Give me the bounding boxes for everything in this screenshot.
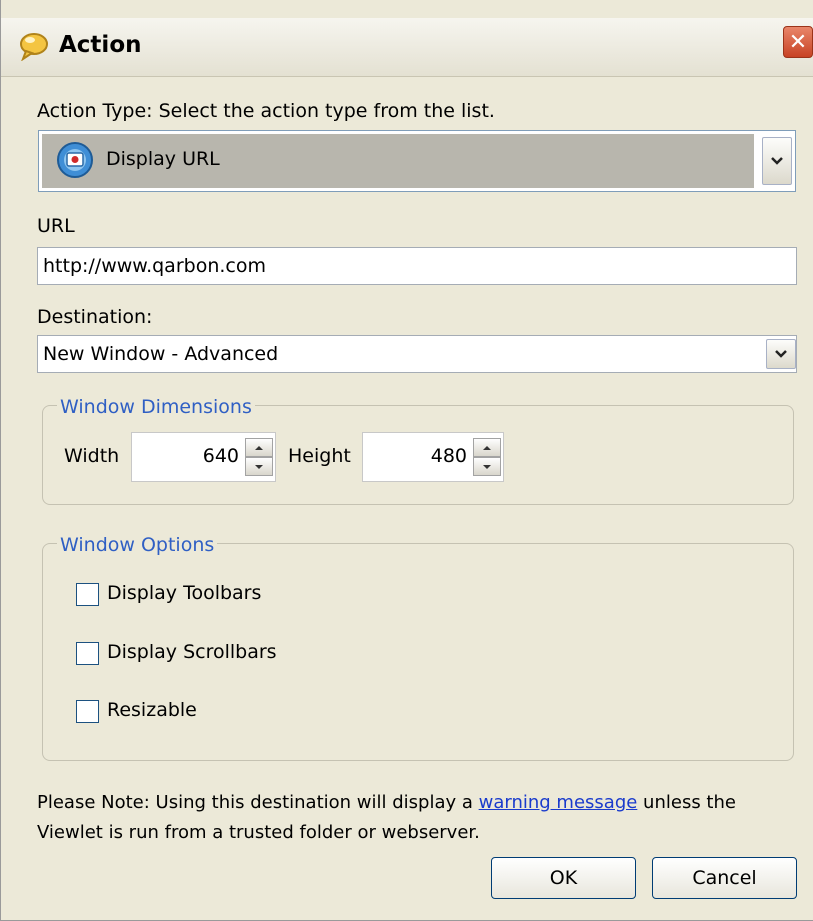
height-value: 480 — [430, 445, 467, 467]
display-toolbars-label[interactable]: Display Toolbars — [107, 582, 261, 604]
arrow-up-icon — [255, 445, 263, 450]
note-text: Please Note: Using this destination will… — [37, 788, 807, 848]
destination-value: New Window - Advanced — [43, 343, 279, 365]
action-type-value: Display URL — [106, 148, 220, 170]
width-label: Width — [64, 445, 120, 467]
display-scrollbars-label[interactable]: Display Scrollbars — [107, 641, 277, 663]
destination-dropdown-button[interactable] — [766, 339, 796, 369]
action-dialog: Action ✕ Action Type: Select the action … — [0, 0, 813, 921]
action-type-dropdown-button[interactable] — [762, 137, 792, 185]
arrow-up-icon — [483, 445, 491, 450]
resizable-checkbox[interactable] — [76, 700, 99, 723]
display-toolbars-checkbox[interactable] — [76, 583, 99, 606]
ok-label: OK — [549, 867, 578, 889]
destination-select[interactable]: New Window - Advanced — [37, 335, 797, 373]
display-url-icon — [57, 142, 93, 178]
height-spin-buttons — [473, 438, 501, 476]
cancel-label: Cancel — [692, 867, 757, 889]
close-icon: ✕ — [788, 29, 808, 55]
width-spinner[interactable]: 640 — [131, 432, 276, 482]
url-value: http://www.qarbon.com — [43, 255, 266, 277]
action-type-select[interactable]: Display URL — [38, 130, 796, 192]
destination-label: Destination: — [37, 306, 153, 328]
arrow-down-icon — [255, 464, 263, 469]
arrow-down-icon — [483, 464, 491, 469]
title-bar[interactable]: Action ✕ — [1, 18, 813, 77]
action-type-selected: Display URL — [42, 134, 754, 188]
ok-button[interactable]: OK — [491, 857, 636, 899]
action-type-label: Action Type: Select the action type from… — [37, 100, 495, 122]
height-increment-button[interactable] — [473, 438, 501, 457]
width-increment-button[interactable] — [245, 438, 273, 457]
window-title: Action — [59, 32, 142, 58]
window-dimensions-title: Window Dimensions — [57, 396, 255, 418]
width-value: 640 — [202, 445, 239, 467]
note-suffix: unless the — [637, 792, 736, 813]
chevron-down-icon — [775, 350, 787, 358]
width-decrement-button[interactable] — [245, 457, 273, 476]
close-button[interactable]: ✕ — [783, 26, 813, 58]
height-label: Height — [288, 445, 351, 467]
note-prefix: Please Note: Using this destination will… — [37, 792, 479, 813]
url-input[interactable]: http://www.qarbon.com — [37, 247, 797, 285]
chevron-down-icon — [771, 157, 783, 165]
height-decrement-button[interactable] — [473, 457, 501, 476]
height-spinner[interactable]: 480 — [362, 432, 504, 482]
width-spin-buttons — [245, 438, 273, 476]
window-options-title: Window Options — [57, 534, 218, 556]
url-label: URL — [37, 215, 75, 237]
cancel-button[interactable]: Cancel — [652, 857, 797, 899]
resizable-label[interactable]: Resizable — [107, 699, 197, 721]
chat-bubble-icon — [20, 33, 48, 61]
warning-message-link[interactable]: warning message — [479, 792, 638, 813]
display-scrollbars-checkbox[interactable] — [76, 642, 99, 665]
note-line2: Viewlet is run from a trusted folder or … — [37, 822, 480, 843]
